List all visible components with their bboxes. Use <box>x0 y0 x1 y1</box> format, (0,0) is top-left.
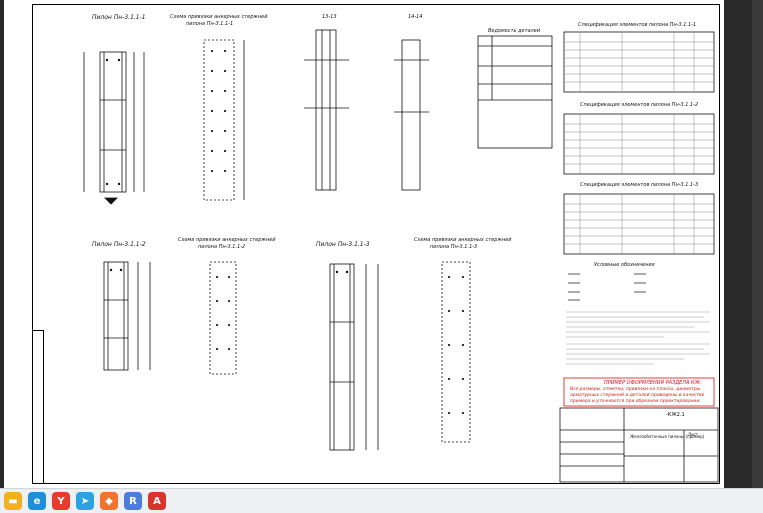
parts-list-title: Ведомость деталей <box>488 28 541 34</box>
legend-title: Условные обозначения <box>594 262 655 268</box>
example-note-title: ПРИМЕР ОФОРМЛЕНИЯ РАЗДЕЛА КЖ. <box>604 380 702 386</box>
stamp-code: -КЖ2.1 <box>666 412 685 418</box>
telegram-icon[interactable]: ➤ <box>76 492 94 510</box>
pdf-reader-icon[interactable]: A <box>148 492 166 510</box>
file-explorer-icon[interactable]: ▬ <box>4 492 22 510</box>
drawing-graphics <box>83 29 719 483</box>
stamp-sheet-label: Лист <box>688 432 699 437</box>
yandex-browser-icon[interactable]: Y <box>52 492 70 510</box>
example-note-line3: примера и уточняются при обрезном проект… <box>570 399 701 404</box>
edge-browser-icon[interactable]: e <box>28 492 46 510</box>
r-app-icon[interactable]: R <box>124 492 142 510</box>
vertical-scrollbar[interactable] <box>752 0 763 488</box>
taskbar: ▬ e Y ➤ ◆ R A <box>0 488 763 513</box>
spec-title-2: Спецификация элементов пилона Пн-3.1.1-2 <box>580 102 699 108</box>
drawing-sheet: Пилон Пн-3.1.1-1 Схема привязки анкерных… <box>4 0 724 488</box>
shield-app-icon[interactable]: ◆ <box>100 492 118 510</box>
example-note-line2: арматурных стержней и деталей приведены … <box>570 393 705 398</box>
document-viewer: Пилон Пн-3.1.1-1 Схема привязки анкерных… <box>0 0 763 488</box>
spec-title-3: Спецификация элементов пилона Пн-3.1.1-3 <box>580 182 699 188</box>
spec-title-1: Спецификация элементов пилона Пн-3.1.1-1 <box>578 22 697 28</box>
example-note-line1: Все размеры, отметки, привязки на планах… <box>570 387 701 392</box>
